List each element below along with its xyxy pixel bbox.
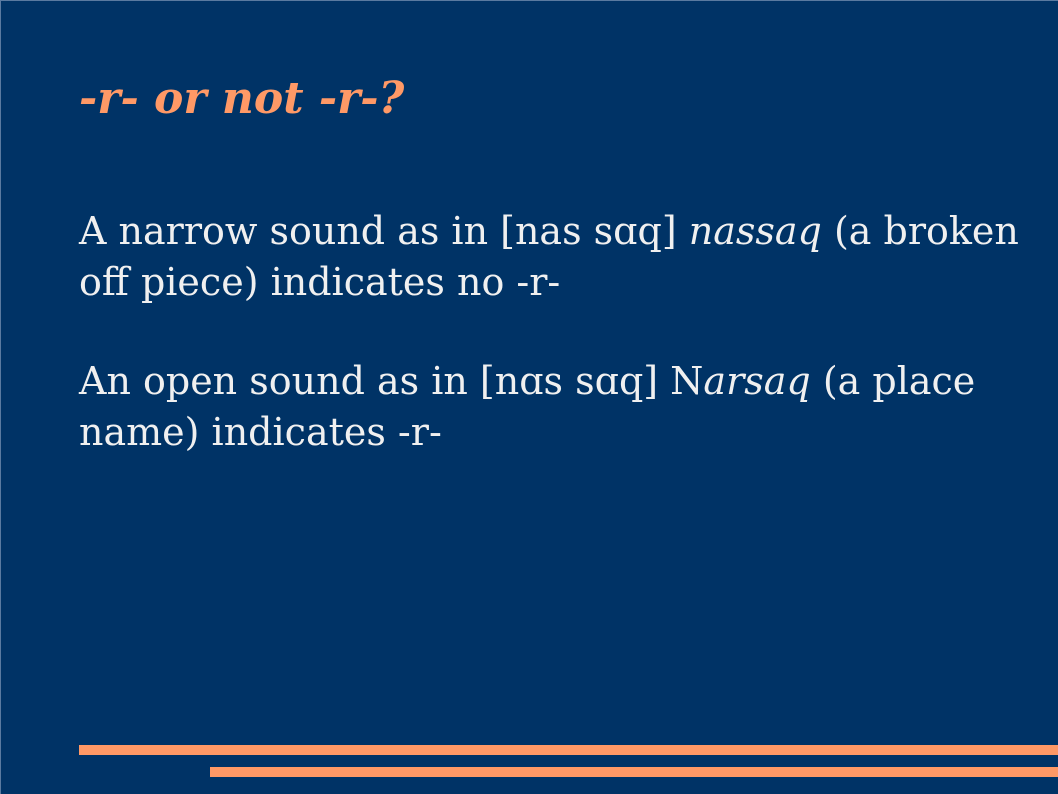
paragraph-open-italic-word: arsaq xyxy=(703,359,811,403)
paragraph-narrow-text-before: A narrow sound as in [nas sɑq] xyxy=(79,209,689,253)
decorative-rule-bottom xyxy=(210,767,1058,777)
paragraph-narrow-sound: A narrow sound as in [nas sɑq] nassaq (a… xyxy=(79,206,1039,308)
slide-body: A narrow sound as in [nas sɑq] nassaq (a… xyxy=(79,206,1039,506)
paragraph-narrow-italic-word: nassaq xyxy=(688,209,822,253)
slide: -r- or not -r-? A narrow sound as in [na… xyxy=(0,0,1058,794)
paragraph-open-text-before: An open sound as in [nɑs sɑq] N xyxy=(79,359,704,403)
slide-title: -r- or not -r-? xyxy=(79,73,405,124)
paragraph-open-sound: An open sound as in [nɑs sɑq] Narsaq (a … xyxy=(79,356,1039,458)
decorative-rule-top xyxy=(79,745,1058,755)
